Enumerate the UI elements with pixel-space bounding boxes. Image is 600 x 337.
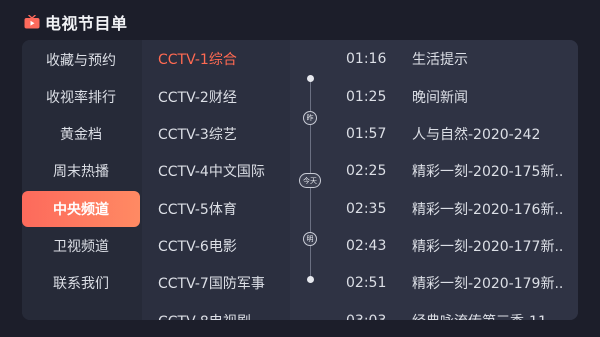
channel-item-cctv6[interactable]: CCTV-6电影 <box>158 228 237 264</box>
tv-icon <box>24 15 40 29</box>
category-item-satellite[interactable]: 卫视频道 <box>22 228 140 264</box>
program-time: 02:51 <box>346 275 387 291</box>
program-title[interactable]: 精彩一刻-2020-175新... <box>412 153 562 189</box>
timeline-start-dot <box>307 75 314 82</box>
program-title[interactable]: 经典咏流传第三季-11... <box>412 303 562 320</box>
category-item-cctv[interactable]: 中央频道 <box>22 191 140 227</box>
channel-item-cctv7[interactable]: CCTV-7国防军事 <box>158 265 265 301</box>
channel-item-cctv4[interactable]: CCTV-4中文国际 <box>158 153 265 189</box>
program-time: 02:43 <box>346 238 387 254</box>
epg-panel: 收藏与预约 收视率排行 黄金档 周末热播 中央频道 卫视频道 联系我们 CCTV… <box>22 40 578 320</box>
channel-item-cctv2[interactable]: CCTV-2财经 <box>158 79 237 115</box>
category-sidebar: 收藏与预约 收视率排行 黄金档 周末热播 中央频道 卫视频道 联系我们 <box>22 40 142 320</box>
program-time: 01:16 <box>346 51 387 67</box>
page-title: 电视节目单 <box>45 14 128 33</box>
category-item-prime-time[interactable]: 黄金档 <box>22 116 140 152</box>
category-item-contact[interactable]: 联系我们 <box>22 265 140 301</box>
timeline-tomorrow-marker[interactable]: 明 <box>303 232 317 246</box>
program-time: 02:35 <box>346 201 387 217</box>
timeline-today-marker[interactable]: 今天 <box>299 173 321 188</box>
program-title[interactable]: 晚间新闻 <box>412 79 562 115</box>
program-time: 03:03 <box>346 303 392 320</box>
channel-item-cctv5[interactable]: CCTV-5体育 <box>158 191 237 227</box>
program-title[interactable]: 人与自然-2020-242 <box>412 116 562 152</box>
timeline-yesterday-marker[interactable]: 昨 <box>303 111 317 125</box>
program-title[interactable]: 精彩一刻-2020-177新... <box>412 228 562 264</box>
schedule-list: 昨 今天 明 01:16 生活提示 01:25 晚间新闻 01:57 人与自然-… <box>290 40 578 320</box>
program-title[interactable]: 精彩一刻-2020-176新... <box>412 191 562 227</box>
program-title[interactable]: 生活提示 <box>412 41 562 77</box>
channel-item-cctv3[interactable]: CCTV-3综艺 <box>158 116 237 152</box>
program-time: 01:57 <box>346 126 387 142</box>
program-title[interactable]: 精彩一刻-2020-179新... <box>412 265 562 301</box>
category-item-favorites[interactable]: 收藏与预约 <box>22 42 140 78</box>
channel-item-cctv8[interactable]: CCTV-8电视剧 <box>158 303 251 320</box>
category-item-weekend[interactable]: 周末热播 <box>22 153 140 189</box>
channel-list: CCTV-1综合 CCTV-2财经 CCTV-3综艺 CCTV-4中文国际 CC… <box>142 40 290 320</box>
category-item-ratings[interactable]: 收视率排行 <box>22 79 140 115</box>
program-time: 02:25 <box>346 163 387 179</box>
channel-item-cctv1[interactable]: CCTV-1综合 <box>158 41 237 77</box>
program-time: 01:25 <box>346 89 387 105</box>
page-header: 电视节目单 <box>24 9 128 35</box>
timeline-end-dot <box>307 276 314 283</box>
